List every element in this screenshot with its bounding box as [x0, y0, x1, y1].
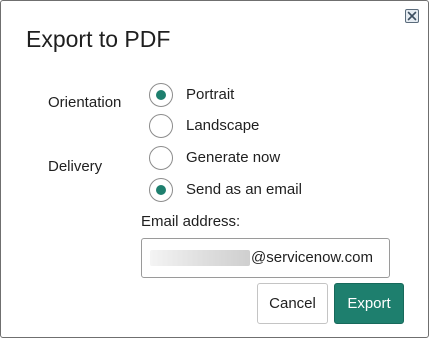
- close-icon: [407, 11, 417, 21]
- radio-landscape-circle[interactable]: [149, 114, 173, 138]
- radio-generate-now[interactable]: Generate now: [149, 146, 280, 170]
- radio-send-email-circle[interactable]: [149, 178, 173, 202]
- close-button[interactable]: [405, 9, 419, 23]
- radio-generate-now-label: Generate now: [186, 149, 281, 166]
- export-button[interactable]: Export: [334, 283, 404, 324]
- radio-portrait[interactable]: Portrait: [149, 83, 234, 107]
- radio-generate-now-circle[interactable]: [149, 146, 173, 170]
- email-domain-text: @servicenow.com: [251, 249, 373, 266]
- orientation-label: Orientation: [48, 94, 122, 111]
- radio-send-email[interactable]: Send as an email: [149, 178, 302, 202]
- radio-landscape[interactable]: Landscape: [149, 114, 259, 138]
- export-pdf-dialog: Export to PDF Orientation Portrait Lands…: [0, 0, 429, 338]
- redacted-email-user: [150, 250, 250, 266]
- radio-landscape-label: Landscape: [186, 117, 260, 134]
- radio-send-email-label: Send as an email: [186, 181, 302, 198]
- dialog-title: Export to PDF: [26, 26, 171, 52]
- email-address-label: Email address:: [141, 213, 241, 230]
- delivery-label: Delivery: [48, 158, 103, 175]
- radio-portrait-label: Portrait: [186, 86, 235, 103]
- radio-portrait-circle[interactable]: [149, 83, 173, 107]
- email-address-input[interactable]: @servicenow.com: [141, 238, 390, 278]
- cancel-button[interactable]: Cancel: [257, 283, 328, 324]
